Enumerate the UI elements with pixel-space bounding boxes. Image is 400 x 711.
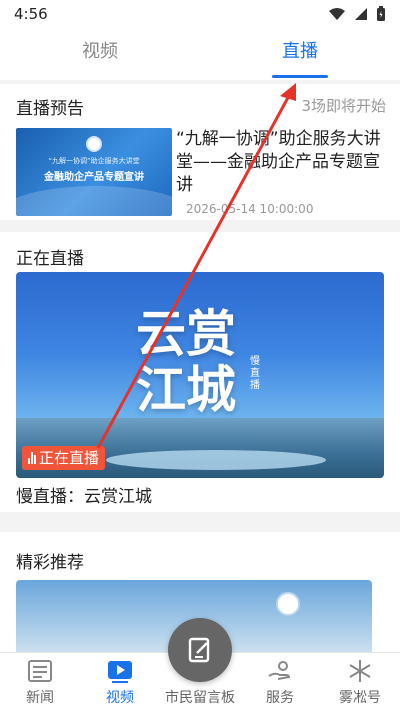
preview-item-title[interactable]: “九解一协调”助企服务大讲堂——金融助企产品专题宣讲 <box>176 128 390 197</box>
status-time: 4:56 <box>14 5 48 23</box>
live-preview-section: 直播预告 3场即将开始 “九解一协调”助企服务大讲堂 金融助企产品专题宣讲 “九… <box>0 84 400 220</box>
nav-service-label: 服务 <box>266 690 294 706</box>
top-tabs: 视频 直播 <box>0 28 400 80</box>
wifi-icon <box>329 8 345 20</box>
snowflake-icon <box>349 660 371 682</box>
nav-service[interactable]: 服务 <box>240 653 320 711</box>
signal-icon <box>355 8 367 20</box>
nav-video[interactable]: 视频 <box>80 653 160 711</box>
section-title-recommend: 精彩推荐 <box>16 553 84 573</box>
preview-more-link[interactable]: 3场即将开始 <box>301 95 386 116</box>
live-badge-label: 正在直播 <box>39 449 100 467</box>
live-badge: 正在直播 <box>22 446 106 470</box>
thumb-line1: “九解一协调”助企服务大讲堂 <box>48 157 140 165</box>
thumb-wave-decoration <box>16 186 172 216</box>
edit-note-icon <box>188 637 210 663</box>
preview-item-time: 2026-05-14 10:00:00 <box>186 202 314 216</box>
banner-title: 云赏江城 <box>136 304 236 419</box>
thumb-line2: 金融助企产品专题宣讲 <box>44 172 144 183</box>
service-hand-icon <box>268 661 291 680</box>
live-caption[interactable]: 慢直播：云赏江城 <box>16 482 152 507</box>
preview-thumbnail[interactable]: “九解一协调”助企服务大讲堂 金融助企产品专题宣讲 <box>16 128 172 216</box>
now-live-section: 正在直播 云赏江城 慢直播 正在直播 慢直播：云赏江城 <box>0 232 400 512</box>
nav-news[interactable]: 新闻 <box>0 653 80 711</box>
tab-video[interactable]: 视频 <box>0 28 200 80</box>
tab-live[interactable]: 直播 <box>200 28 400 80</box>
nav-wusong-label: 雾凇号 <box>339 690 381 706</box>
live-bars-icon <box>28 452 36 464</box>
nav-news-label: 新闻 <box>26 690 54 706</box>
video-play-icon <box>108 661 132 683</box>
emblem-icon <box>86 136 102 152</box>
section-title-preview: 直播预告 <box>16 99 84 119</box>
live-banner[interactable]: 云赏江城 慢直播 正在直播 <box>16 272 384 478</box>
emblem-icon <box>276 592 300 616</box>
newspaper-icon <box>28 660 52 682</box>
nav-video-label: 视频 <box>106 690 134 706</box>
status-icons <box>328 6 386 22</box>
nav-wusong[interactable]: 雾凇号 <box>320 653 400 711</box>
status-bar: 4:56 <box>0 0 400 28</box>
banner-tag: 慢直播 <box>250 356 260 391</box>
river-decoration <box>106 450 326 470</box>
section-title-live: 正在直播 <box>16 249 84 269</box>
nav-message-board-label: 市民留言板 <box>165 690 235 706</box>
battery-icon <box>377 6 385 21</box>
message-board-fab[interactable] <box>168 618 232 682</box>
